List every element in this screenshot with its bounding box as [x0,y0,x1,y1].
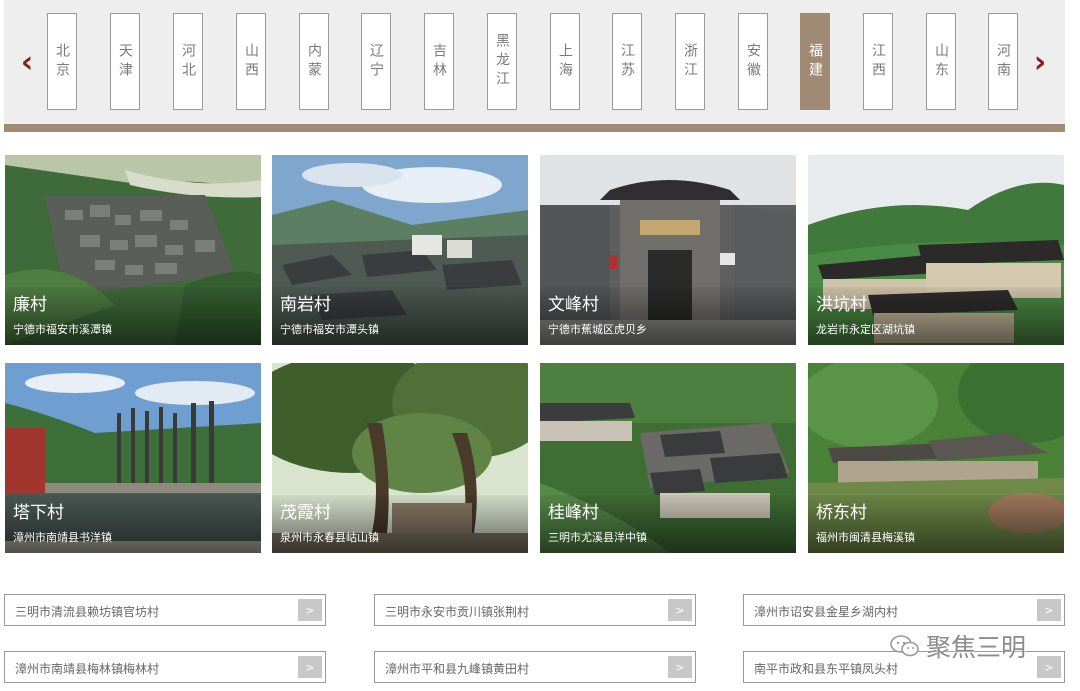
chevron-right-icon[interactable]: > [668,656,692,678]
village-link[interactable]: 三明市永安市贡川镇张荆村 > [374,594,696,626]
chevron-right-icon[interactable]: > [298,656,322,678]
village-link[interactable]: 三明市清流县赖坊镇官坊村 > [4,594,326,626]
province-tab-jiangsu[interactable]: 江苏 [612,13,642,110]
village-name: 桥东村 [816,503,867,523]
village-card-hongkeng[interactable]: 洪坑村 龙岩市永定区湖坑镇 [808,155,1064,345]
village-location: 三明市尤溪县洋中镇 [548,531,647,544]
province-tab-tianjin[interactable]: 天津 [110,13,140,110]
watermark-text: 聚焦三明 [926,633,1027,662]
village-link[interactable]: 漳州市诏安县金星乡湖内村 > [743,594,1065,626]
wechat-icon [890,635,919,657]
watermark: 聚焦三明 [890,628,1026,664]
village-card-lian[interactable]: 廉村 宁德市福安市溪潭镇 [5,155,261,345]
province-tab-beijing[interactable]: 北京 [47,13,77,110]
village-name: 桂峰村 [548,503,599,523]
province-tab-shanxi[interactable]: 山西 [236,13,266,110]
village-link-text: 南平市政和县东平镇凤头村 [754,662,899,676]
village-location: 福州市闽清县梅溪镇 [816,531,915,544]
village-location: 宁德市蕉城区虎贝乡 [548,323,647,336]
province-tab-liaoning[interactable]: 辽宁 [361,13,391,110]
active-province-underline [4,124,1065,132]
chevron-right-icon[interactable]: > [668,599,692,621]
village-link-text: 三明市清流县赖坊镇官坊村 [15,605,160,619]
province-tab-jilin[interactable]: 吉林 [424,13,454,110]
village-card-wenfeng[interactable]: 文峰村 宁德市蕉城区虎贝乡 [540,155,796,345]
village-location: 漳州市南靖县书洋镇 [13,531,112,544]
prev-arrow-icon[interactable]: ‹ [15,44,39,80]
village-card-qiaodong[interactable]: 桥东村 福州市闽清县梅溪镇 [808,363,1064,553]
province-tab-jiangxi[interactable]: 江西 [863,13,893,110]
village-link-text: 漳州市平和县九峰镇黄田村 [385,662,530,676]
village-card-taxia[interactable]: 塔下村 漳州市南靖县书洋镇 [5,363,261,553]
village-card-maoxia[interactable]: 茂霞村 泉州市永春县岵山镇 [272,363,528,553]
province-tab-henan[interactable]: 河南 [988,13,1018,110]
village-name: 茂霞村 [280,503,331,523]
province-tab-heilongjiang[interactable]: 黑龙江 [487,13,517,110]
village-location: 泉州市永春县岵山镇 [280,531,379,544]
village-name: 南岩村 [280,295,331,315]
village-name: 洪坑村 [816,295,867,315]
province-tab-neimeng[interactable]: 内蒙 [299,13,329,110]
village-name: 文峰村 [548,295,599,315]
province-tab-zhejiang[interactable]: 浙江 [675,13,705,110]
village-location: 宁德市福安市溪潭镇 [13,323,112,336]
province-tab-shandong[interactable]: 山东 [926,13,956,110]
village-link-text: 漳州市南靖县梅林镇梅林村 [15,662,160,676]
province-tab-shanghai[interactable]: 上海 [550,13,580,110]
chevron-right-icon[interactable]: > [1037,656,1061,678]
village-card-guifeng[interactable]: 桂峰村 三明市尤溪县洋中镇 [540,363,796,553]
village-link[interactable]: 漳州市南靖县梅林镇梅林村 > [4,651,326,683]
province-nav-bar [4,0,1065,124]
village-name: 塔下村 [13,503,64,523]
village-name: 廉村 [13,295,47,315]
village-location: 龙岩市永定区湖坑镇 [816,323,915,336]
chevron-right-icon[interactable]: > [298,599,322,621]
village-card-nanyan[interactable]: 南岩村 宁德市福安市潭头镇 [272,155,528,345]
province-tab-anhui[interactable]: 安徽 [738,13,768,110]
next-arrow-icon[interactable]: › [1028,44,1052,80]
province-tab-hebei[interactable]: 河北 [173,13,203,110]
village-link-text: 三明市永安市贡川镇张荆村 [385,605,530,619]
province-tab-fujian[interactable]: 福建 [800,13,830,110]
chevron-right-icon[interactable]: > [1037,599,1061,621]
village-link-text: 漳州市诏安县金星乡湖内村 [754,605,899,619]
village-location: 宁德市福安市潭头镇 [280,323,379,336]
village-link[interactable]: 漳州市平和县九峰镇黄田村 > [374,651,696,683]
